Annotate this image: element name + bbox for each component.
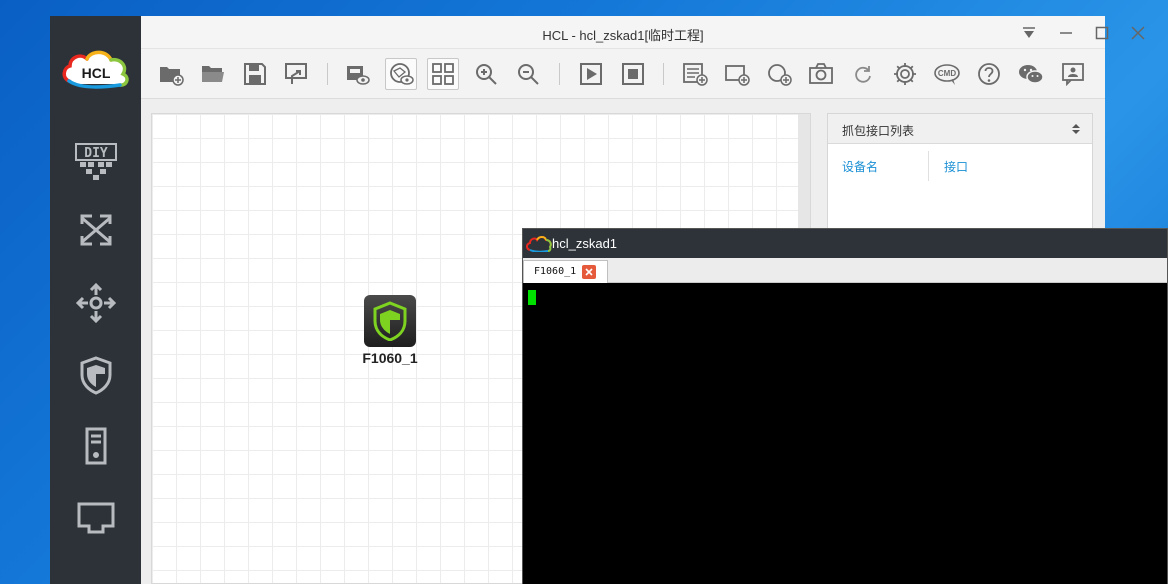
shield-icon[interactable] (72, 351, 120, 399)
settings-icon[interactable] (889, 58, 921, 90)
terminal-title: hcl_zskad1 (552, 236, 618, 251)
terminal-logo-icon (526, 236, 552, 253)
start-icon[interactable] (575, 58, 607, 90)
wechat-icon[interactable] (1015, 58, 1047, 90)
terminal-window: hcl_zskad1 F1060_1 (522, 228, 1168, 584)
title-bar: HCL - hcl_zskad1[临时工程] (141, 16, 1145, 49)
topology-view-icon[interactable] (385, 58, 417, 90)
terminal-cursor (528, 290, 536, 305)
panel-title: 抓包接口列表 (842, 124, 915, 138)
tab-f1060[interactable]: F1060_1 (523, 260, 608, 283)
terminal-tab-bar: F1060_1 (523, 258, 1167, 283)
close-icon[interactable] (1128, 23, 1148, 43)
new-project-icon[interactable] (155, 58, 187, 90)
screenshot-view-icon[interactable] (341, 58, 373, 90)
stop-icon[interactable] (617, 58, 649, 90)
cmd-label: CMD (938, 69, 956, 78)
maximize-icon[interactable] (1092, 23, 1112, 43)
device-label: F1060_1 (362, 350, 418, 366)
camera-icon[interactable] (805, 58, 837, 90)
export-icon[interactable] (281, 58, 313, 90)
dropdown-icon[interactable] (1019, 23, 1039, 43)
column-device-name[interactable]: 设备名 (842, 158, 878, 175)
add-list-icon[interactable] (679, 58, 711, 90)
sort-toggle-icon[interactable] (1070, 121, 1082, 137)
server-icon[interactable] (72, 422, 120, 470)
router-icon[interactable] (72, 279, 120, 327)
column-divider (928, 151, 929, 181)
grid-view-icon[interactable] (427, 58, 459, 90)
save-icon[interactable] (239, 58, 271, 90)
feedback-icon[interactable] (1057, 58, 1089, 90)
firewall-device-icon[interactable] (364, 295, 416, 347)
hcl-logo: HCL (59, 48, 133, 92)
terminal-title-bar: hcl_zskad1 (523, 229, 1167, 258)
zoom-out-icon[interactable] (512, 58, 544, 90)
panel-header: 抓包接口列表 (828, 114, 1092, 144)
tab-label: F1060_1 (534, 266, 577, 277)
hcl-logo-text: HCL (82, 65, 111, 81)
window-title: HCL - hcl_zskad1[临时工程] (542, 28, 704, 43)
column-interface[interactable]: 接口 (944, 158, 968, 175)
cmd-icon[interactable]: CMD (931, 58, 963, 90)
ethernet-port-icon[interactable] (72, 494, 120, 542)
device-sidebar: HCL DIY (50, 16, 141, 584)
open-folder-icon[interactable] (197, 58, 229, 90)
refresh-icon[interactable] (847, 58, 879, 90)
zoom-in-icon[interactable] (470, 58, 502, 90)
main-toolbar: CMD (141, 49, 1105, 99)
svg-text:DIY: DIY (84, 146, 108, 161)
tab-close-icon[interactable] (582, 265, 596, 279)
minimize-icon[interactable] (1056, 23, 1076, 43)
help-icon[interactable] (973, 58, 1005, 90)
add-rectangle-icon[interactable] (721, 58, 753, 90)
add-circle-icon[interactable] (763, 58, 795, 90)
terminal-console[interactable] (523, 283, 1167, 584)
diy-icon[interactable]: DIY (72, 136, 120, 184)
switch-icon[interactable] (72, 206, 120, 254)
